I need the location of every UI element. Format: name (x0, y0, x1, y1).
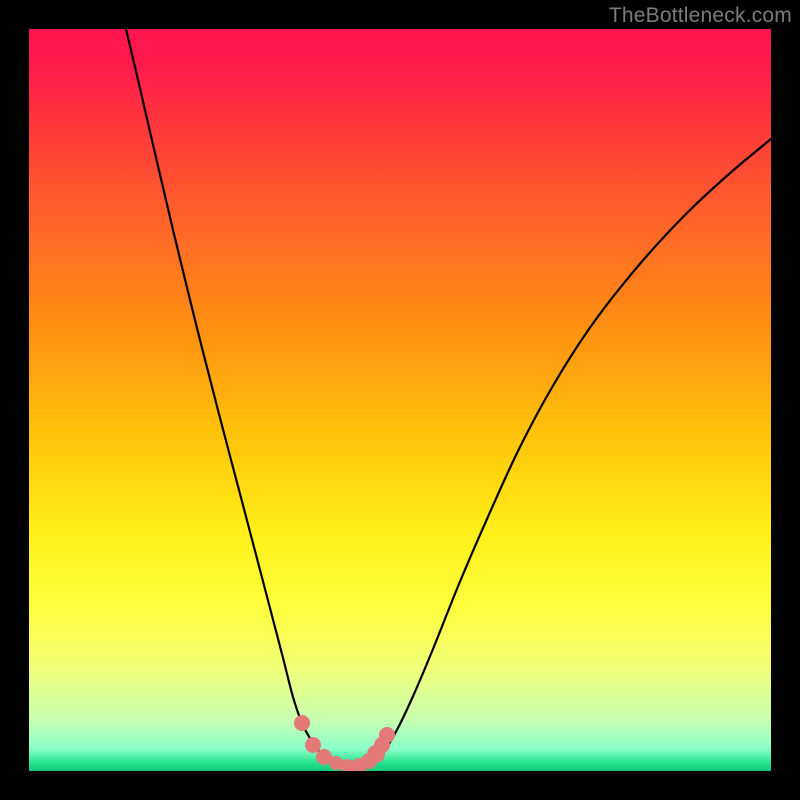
bottleneck-curve (126, 29, 771, 767)
chart-stage: TheBottleneck.com (0, 0, 800, 800)
curve-svg (29, 29, 771, 771)
marker-dot (305, 737, 321, 753)
highlight-markers (294, 715, 395, 771)
marker-dot (294, 715, 310, 731)
watermark-text: TheBottleneck.com (609, 4, 792, 28)
plot-area (29, 29, 771, 771)
marker-dot (379, 727, 395, 743)
